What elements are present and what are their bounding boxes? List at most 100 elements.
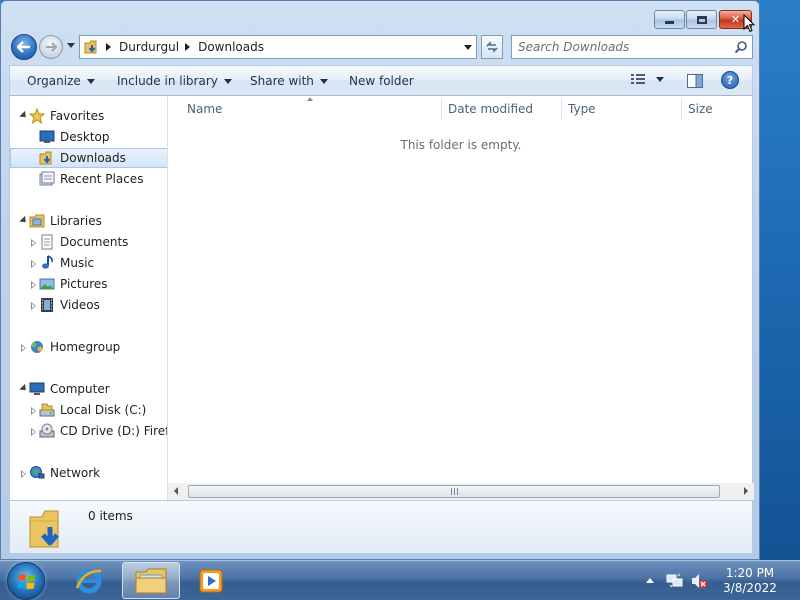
network-label: Network [50, 466, 101, 480]
tree-item-favorites[interactable]: Favorites [10, 106, 167, 126]
collapsed-icon[interactable] [29, 427, 37, 436]
sort-ascending-icon [307, 97, 313, 101]
expanded-icon[interactable] [19, 215, 29, 226]
tree-item-network[interactable]: Network [10, 463, 167, 483]
refresh-button[interactable] [481, 35, 503, 59]
grip-icon [450, 488, 458, 495]
volume-muted-icon[interactable] [690, 573, 708, 589]
tree-item-pictures[interactable]: Pictures [10, 274, 167, 294]
horizontal-scrollbar[interactable] [168, 483, 754, 500]
title-bar[interactable]: ✕ [1, 1, 759, 33]
navigation-row: Durdurgul Downloads Search Downloads [9, 34, 753, 60]
music-icon [42, 255, 53, 269]
homegroup-icon [31, 341, 43, 353]
column-name[interactable]: Name [187, 102, 222, 116]
column-divider[interactable] [441, 98, 442, 120]
taskbar-windows-explorer[interactable] [122, 562, 180, 599]
expanded-icon[interactable] [19, 383, 29, 394]
scroll-thumb[interactable] [188, 485, 720, 498]
taskbar-internet-explorer[interactable] [60, 562, 118, 599]
tree-item-videos[interactable]: Videos [10, 295, 167, 315]
minimize-button[interactable] [654, 10, 685, 29]
change-view-button[interactable] [630, 73, 664, 85]
tree-item-homegroup[interactable]: Homegroup [10, 337, 167, 357]
organize-button[interactable]: Organize [27, 74, 95, 88]
refresh-icon [486, 41, 498, 53]
folder-icon [135, 568, 167, 593]
collapsed-icon[interactable] [19, 343, 27, 352]
include-in-library-label: Include in library [117, 74, 218, 88]
back-button[interactable] [11, 34, 37, 60]
file-list[interactable]: Name Date modified Type Size This folder… [168, 96, 754, 500]
include-in-library-button[interactable]: Include in library [117, 74, 232, 88]
network-status-icon[interactable] [666, 573, 684, 589]
collapsed-icon[interactable] [29, 259, 37, 268]
column-type[interactable]: Type [568, 102, 596, 116]
collapsed-icon[interactable] [29, 301, 37, 310]
forward-button[interactable] [39, 35, 63, 59]
collapsed-icon[interactable] [29, 406, 37, 415]
column-size[interactable]: Size [688, 102, 713, 116]
maximize-button[interactable] [686, 10, 717, 29]
breadcrumb-separator-icon[interactable] [106, 43, 111, 51]
tree-item-recent-places[interactable]: Recent Places [10, 169, 167, 189]
address-bar[interactable]: Durdurgul Downloads [79, 35, 477, 59]
cd-drive-icon [39, 423, 55, 438]
windows-logo-icon [17, 574, 35, 590]
recent-places-label: Recent Places [60, 172, 144, 186]
breadcrumb-separator-icon[interactable] [185, 43, 191, 51]
search-placeholder: Search Downloads [518, 40, 630, 54]
system-clock[interactable]: 1:20 PM 3/8/2022 [716, 566, 784, 596]
downloads-folder-icon [29, 510, 59, 548]
collapsed-icon[interactable] [29, 280, 37, 289]
new-folder-label: New folder [349, 74, 414, 88]
tree-item-local-disk[interactable]: Local Disk (C:) [10, 400, 167, 420]
documents-label: Documents [60, 235, 129, 249]
collapsed-icon[interactable] [19, 469, 27, 478]
desktop-label: Desktop [60, 130, 110, 144]
details-pane: 0 items [9, 500, 753, 554]
clock-date: 3/8/2022 [723, 581, 777, 595]
hard-drive-icon [39, 403, 55, 417]
scroll-left-icon[interactable] [174, 487, 178, 495]
tree-item-computer[interactable]: Computer [10, 379, 167, 399]
recent-pages-dropdown[interactable] [67, 43, 75, 48]
local-disk-label: Local Disk (C:) [60, 403, 147, 417]
taskbar-media-player[interactable] [182, 562, 240, 599]
expanded-icon[interactable] [19, 110, 29, 121]
minimize-icon [665, 21, 674, 24]
tree-item-downloads[interactable]: Downloads [10, 148, 167, 168]
tree-item-libraries[interactable]: Libraries [10, 211, 167, 231]
chevron-down-icon [223, 78, 232, 84]
tree-item-desktop[interactable]: Desktop [10, 127, 167, 147]
back-arrow-icon [17, 41, 30, 53]
network-icon [30, 466, 45, 479]
help-icon[interactable]: ? [721, 71, 739, 89]
recent-places-icon [39, 171, 55, 186]
show-hidden-icons-button[interactable] [646, 578, 654, 583]
search-icon[interactable] [734, 40, 748, 54]
new-folder-button[interactable]: New folder [349, 74, 414, 88]
search-input[interactable]: Search Downloads [511, 35, 753, 59]
breadcrumb-downloads[interactable]: Downloads [198, 40, 264, 54]
collapsed-icon[interactable] [29, 238, 37, 247]
clock-time: 1:20 PM [725, 566, 775, 580]
pictures-icon [39, 278, 55, 290]
videos-icon [41, 298, 53, 312]
tree-item-documents[interactable]: Documents [10, 232, 167, 252]
start-button[interactable] [7, 562, 45, 600]
tree-item-cd-drive[interactable]: CD Drive (D:) Firefox [10, 421, 167, 441]
libraries-label: Libraries [50, 214, 102, 228]
column-divider[interactable] [681, 98, 682, 120]
column-divider[interactable] [561, 98, 562, 120]
share-with-button[interactable]: Share with [250, 74, 328, 88]
documents-icon [41, 234, 53, 250]
column-date-modified[interactable]: Date modified [448, 102, 533, 116]
tree-item-music[interactable]: Music [10, 253, 167, 273]
breadcrumb-durdurgul[interactable]: Durdurgul [119, 40, 179, 54]
scroll-right-icon[interactable] [744, 487, 748, 495]
preview-pane-icon[interactable] [686, 73, 704, 89]
address-history-dropdown[interactable] [460, 36, 476, 58]
computer-label: Computer [50, 382, 110, 396]
chevron-down-icon [86, 78, 95, 84]
